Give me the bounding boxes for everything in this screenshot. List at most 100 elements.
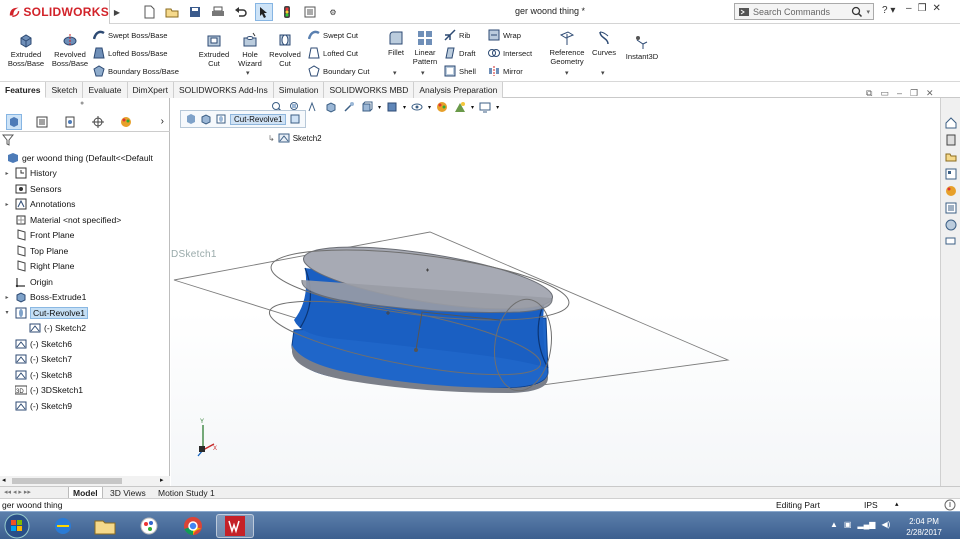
extruded-boss-button[interactable]: Extruded Boss/Base: [6, 32, 46, 68]
view-settings-dropdown-icon[interactable]: ▾: [496, 104, 499, 111]
tab-scroll-arrows-icon[interactable]: ◂◂ ◂ ▸ ▸▸: [4, 488, 31, 496]
scroll-right-icon[interactable]: ▸: [160, 476, 164, 484]
restore-icon[interactable]: ❐: [918, 3, 927, 14]
solidworks-forum-icon[interactable]: [944, 218, 958, 232]
filter-icon[interactable]: [1, 134, 15, 148]
units-dropdown-icon[interactable]: ▴: [895, 500, 899, 508]
view-palette-icon[interactable]: [944, 167, 958, 181]
dynamic-annotation-icon[interactable]: [342, 100, 356, 114]
expand-arrow-icon[interactable]: ▸: [3, 201, 11, 208]
tray-signal-icon[interactable]: ▂▄▆: [857, 520, 875, 529]
swept-boss-button[interactable]: Swept Boss/Base: [93, 29, 168, 41]
revolved-boss-button[interactable]: Revolved Boss/Base: [50, 32, 90, 68]
file-explorer-icon[interactable]: [944, 150, 958, 164]
menu-expand-icon[interactable]: ▶: [110, 0, 124, 24]
fillet-button[interactable]: Fillet: [384, 30, 408, 57]
expand-arrow-icon[interactable]: ▸: [3, 170, 11, 177]
reference-geometry-button[interactable]: Reference Geometry: [546, 30, 588, 66]
solidworks-resources-icon[interactable]: [944, 116, 958, 130]
display-manager-tab-icon[interactable]: [118, 114, 134, 130]
search-dropdown-icon[interactable]: ▾: [866, 8, 870, 16]
windows-start-icon[interactable]: [4, 513, 34, 539]
tree-item[interactable]: Front Plane: [0, 228, 170, 244]
panel-splitter-handle[interactable]: ●: [80, 100, 84, 107]
solidworks-logo[interactable]: SOLIDWORKS: [0, 0, 110, 24]
search-commands-field[interactable]: Search Commands ▾: [734, 3, 874, 20]
breadcrumb-revolve-icon[interactable]: [215, 113, 227, 125]
extruded-cut-button[interactable]: Extruded Cut: [194, 32, 234, 68]
help-button[interactable]: ? ▾: [882, 5, 895, 16]
hole-wizard-button[interactable]: Hole Wizard: [232, 32, 268, 68]
pattern-dropdown-icon[interactable]: ▾: [421, 69, 425, 77]
tree-item[interactable]: ▸ Boss-Extrude1: [0, 290, 170, 306]
edit-appearance-icon[interactable]: [435, 100, 449, 114]
solidworks-taskbar-icon[interactable]: [216, 514, 254, 538]
linear-pattern-button[interactable]: Linear Pattern: [410, 30, 440, 66]
tab-features[interactable]: Features: [0, 82, 47, 98]
tree-item[interactable]: Sensors: [0, 181, 170, 197]
reference-geometry-dropdown-icon[interactable]: ▾: [565, 69, 569, 77]
tree-item[interactable]: (-) Sketch2: [0, 321, 170, 337]
expand-arrow-icon[interactable]: ▾: [3, 309, 11, 316]
previous-view-icon[interactable]: [306, 100, 320, 114]
section-view-icon[interactable]: [324, 100, 338, 114]
curves-dropdown-icon[interactable]: ▾: [601, 69, 605, 77]
scene-dropdown-icon[interactable]: ▾: [471, 104, 474, 111]
revolved-cut-button[interactable]: Revolved Cut: [267, 32, 303, 68]
panel-next-icon[interactable]: ›: [161, 116, 164, 127]
tab-sketch[interactable]: Sketch: [46, 82, 84, 98]
intersect-button[interactable]: Intersect: [488, 47, 532, 59]
rib-button[interactable]: Rib: [444, 29, 470, 41]
breadcrumb-child-label[interactable]: Sketch2: [293, 134, 322, 143]
new-document-icon[interactable]: [140, 3, 158, 21]
tree-item[interactable]: (-) Sketch8: [0, 367, 170, 383]
display-style-icon[interactable]: [385, 100, 399, 114]
file-properties-icon[interactable]: [301, 3, 319, 21]
curves-button[interactable]: Curves: [590, 30, 618, 57]
tray-network-icon[interactable]: ▣: [844, 520, 852, 529]
configuration-manager-tab-icon[interactable]: [62, 114, 78, 130]
mirror-button[interactable]: Mirror: [488, 65, 523, 77]
breadcrumb-part-icon[interactable]: [185, 113, 197, 125]
view-orientation-dropdown-icon[interactable]: ▾: [378, 104, 381, 111]
boundary-boss-button[interactable]: Boundary Boss/Base: [93, 65, 179, 77]
save-icon[interactable]: [186, 3, 204, 21]
tree-item[interactable]: Origin: [0, 274, 170, 290]
tree-item[interactable]: 3D (-) 3DSketch1: [0, 383, 170, 399]
swept-cut-button[interactable]: Swept Cut: [308, 29, 358, 41]
feature-tree-scrollbar[interactable]: ◂ ▸: [0, 476, 170, 486]
graphics-area[interactable]: [171, 98, 940, 486]
hole-wizard-dropdown-icon[interactable]: ▾: [246, 69, 250, 77]
fillet-dropdown-icon[interactable]: ▾: [393, 69, 397, 77]
dimxpert-manager-tab-icon[interactable]: [90, 114, 106, 130]
tree-item[interactable]: Top Plane: [0, 243, 170, 259]
hide-show-dropdown-icon[interactable]: ▾: [428, 104, 431, 111]
options-gear-icon[interactable]: ⚙: [324, 3, 342, 21]
view-settings-icon[interactable]: [478, 100, 492, 114]
system-clock[interactable]: 2:04 PM 2/28/2017: [898, 516, 950, 538]
undo-icon[interactable]: [232, 3, 250, 21]
draft-button[interactable]: Draft: [444, 47, 475, 59]
file-explorer-taskbar-icon[interactable]: [86, 514, 124, 538]
tree-item[interactable]: (-) Sketch6: [0, 336, 170, 352]
wrap-button[interactable]: Wrap: [488, 29, 521, 41]
tree-item[interactable]: ▸ History: [0, 166, 170, 182]
instant3d-button[interactable]: Instant3D: [622, 34, 662, 61]
display-style-dropdown-icon[interactable]: ▾: [403, 104, 406, 111]
tree-item[interactable]: ▾ Cut-Revolve1: [0, 305, 170, 321]
tab-analysis-preparation[interactable]: Analysis Preparation: [414, 82, 504, 98]
shell-button[interactable]: Shell: [444, 65, 476, 77]
rebuild-traffic-light-icon[interactable]: [278, 3, 296, 21]
feature-manager-tab-icon[interactable]: [6, 113, 22, 130]
tree-item[interactable]: Right Plane: [0, 259, 170, 275]
paint-app-icon[interactable]: [130, 514, 168, 538]
tab-simulation[interactable]: Simulation: [273, 82, 325, 98]
tab-mbd[interactable]: SOLIDWORKS MBD: [324, 82, 415, 98]
close-icon[interactable]: ✕: [933, 3, 941, 14]
breadcrumb-body-icon[interactable]: [200, 113, 212, 125]
tray-expand-icon[interactable]: ▲: [830, 520, 838, 529]
tab-evaluate[interactable]: Evaluate: [83, 82, 128, 98]
minimize-icon[interactable]: –: [906, 3, 912, 14]
lofted-cut-button[interactable]: Lofted Cut: [308, 47, 358, 59]
view-orientation-icon[interactable]: [360, 100, 374, 114]
